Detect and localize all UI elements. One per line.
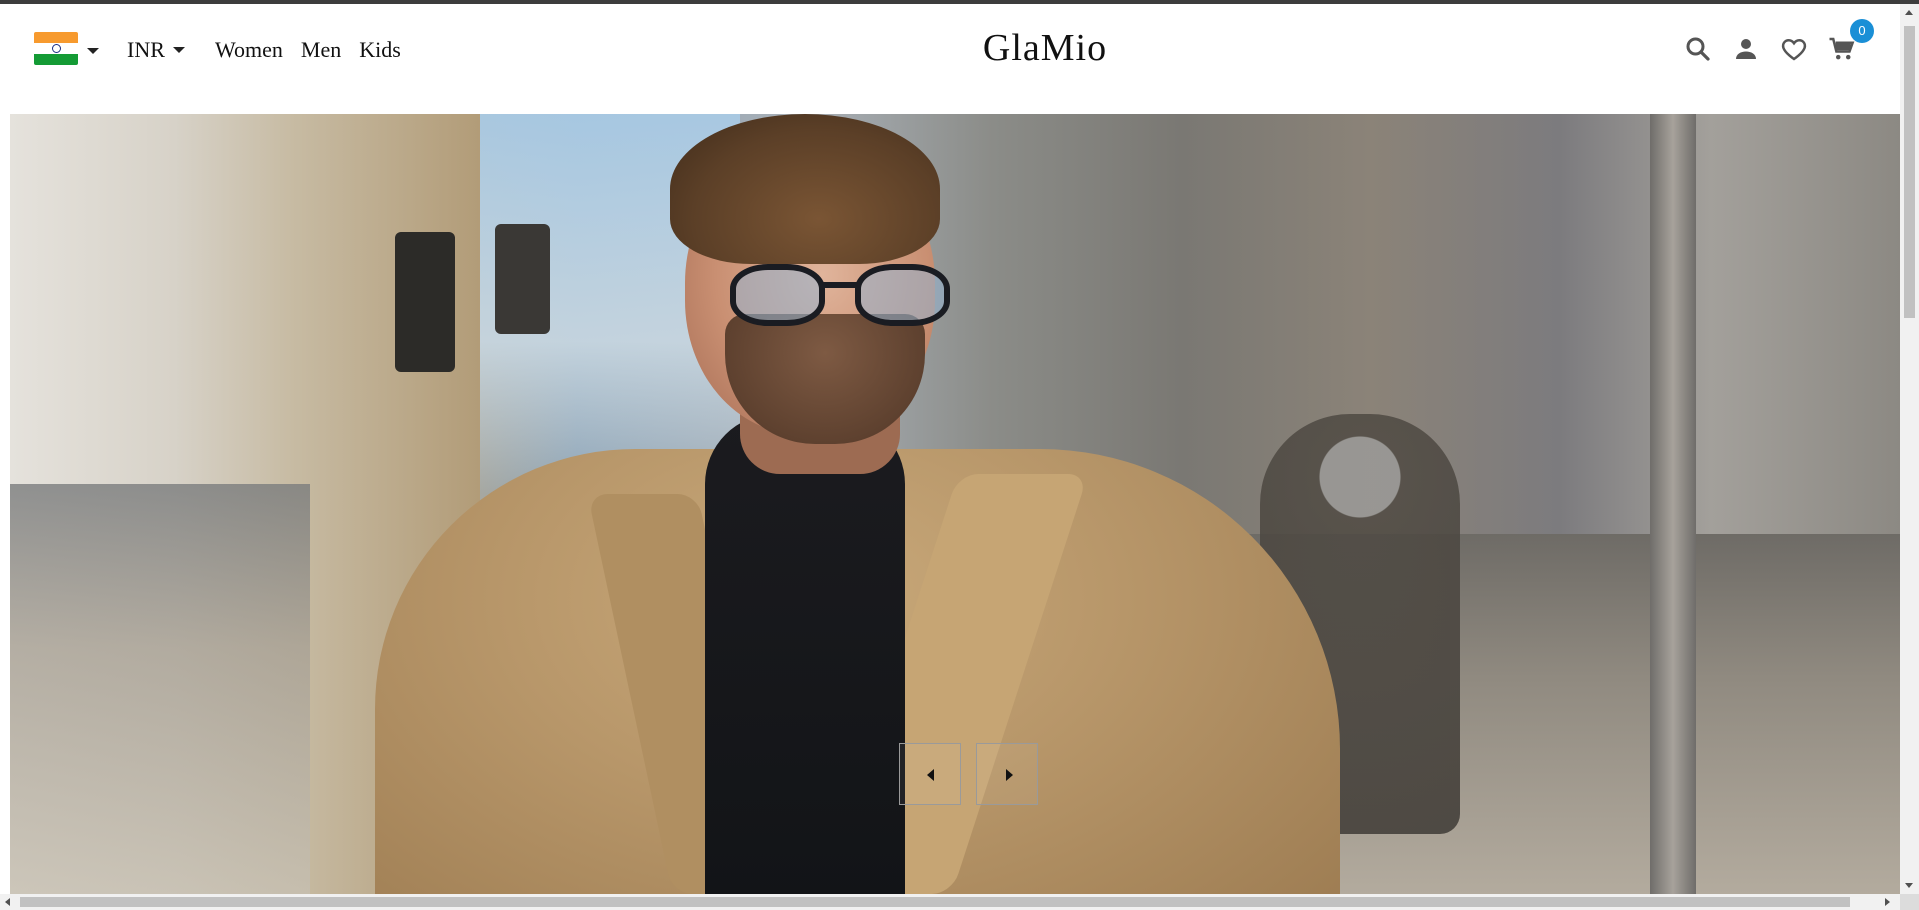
vertical-scrollbar[interactable] bbox=[1900, 4, 1919, 894]
traffic-light bbox=[395, 232, 455, 372]
search-icon[interactable] bbox=[1683, 34, 1713, 64]
carousel-next-button[interactable] bbox=[976, 743, 1038, 805]
site-logo[interactable]: GlaMio bbox=[0, 26, 1900, 70]
caret-left-icon bbox=[927, 769, 934, 781]
header-actions bbox=[1683, 34, 1857, 64]
cart-count-badge: 0 bbox=[1850, 19, 1874, 43]
scroll-left-icon[interactable] bbox=[5, 898, 10, 906]
wishlist-heart-icon[interactable] bbox=[1779, 34, 1809, 64]
sunglasses bbox=[730, 264, 980, 334]
vertical-scroll-thumb[interactable] bbox=[1904, 26, 1915, 318]
scroll-right-icon[interactable] bbox=[1885, 898, 1890, 906]
scroll-up-icon[interactable] bbox=[1905, 10, 1913, 15]
scroll-down-icon[interactable] bbox=[1905, 883, 1913, 888]
black-turtleneck bbox=[705, 414, 905, 894]
scrollbar-corner bbox=[1900, 894, 1919, 910]
account-icon[interactable] bbox=[1731, 34, 1761, 64]
caret-right-icon bbox=[1006, 769, 1013, 781]
horizontal-scroll-thumb[interactable] bbox=[20, 897, 1850, 907]
horizontal-scrollbar[interactable] bbox=[0, 894, 1900, 910]
street-pole bbox=[1650, 114, 1696, 894]
carousel-prev-button[interactable] bbox=[899, 743, 961, 805]
page: INR Women Men Kids GlaMio 0 bbox=[0, 4, 1900, 894]
site-header: INR Women Men Kids GlaMio 0 bbox=[0, 4, 1900, 114]
